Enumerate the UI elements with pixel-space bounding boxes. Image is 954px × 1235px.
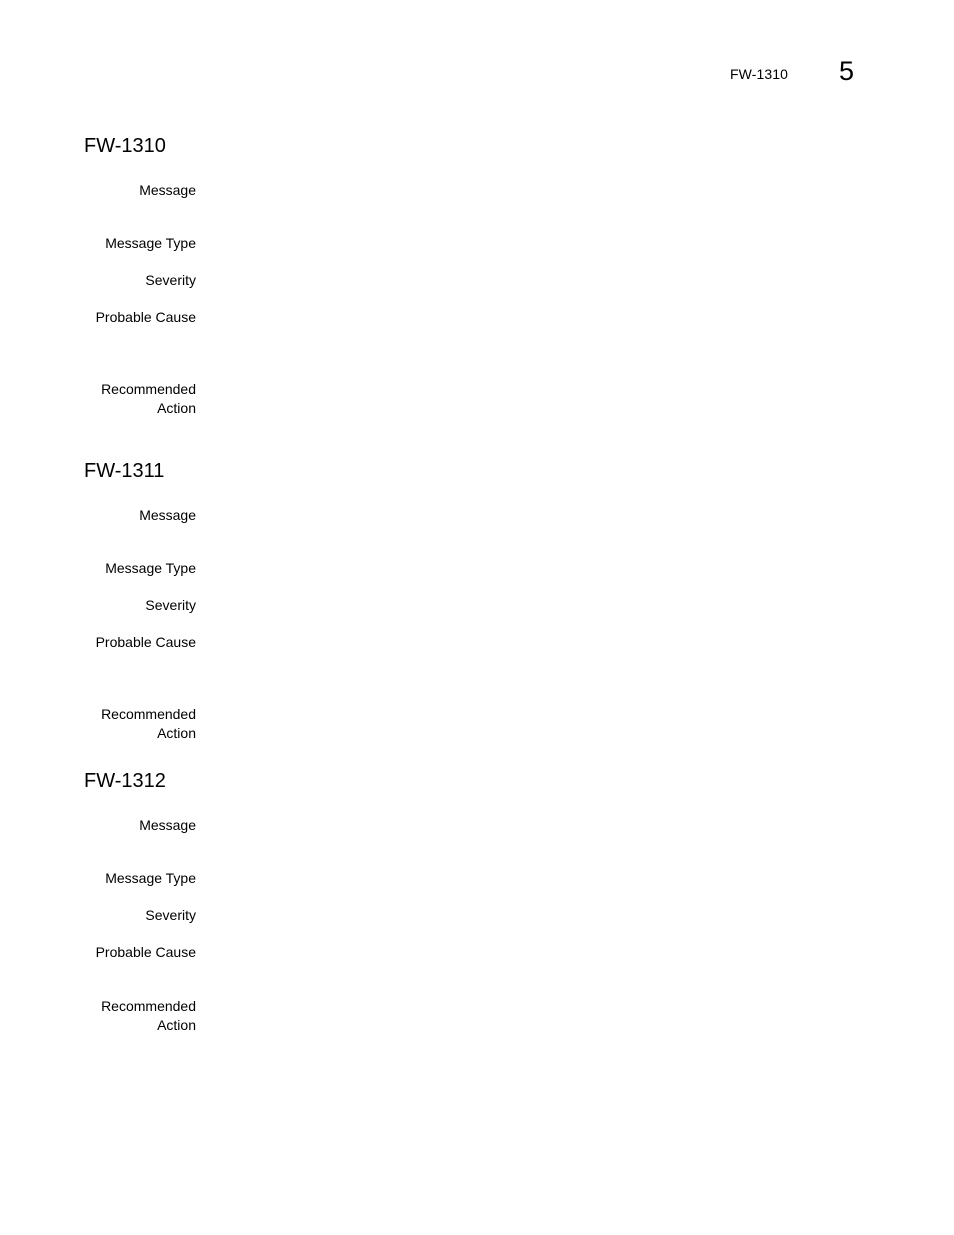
label-recommended-action: Recommended Action: [36, 997, 196, 1035]
label-line: Recommended: [101, 998, 196, 1014]
label-probable-cause: Probable Cause: [95, 634, 196, 650]
section-title: FW-1310: [84, 135, 166, 157]
label-probable-cause: Probable Cause: [95, 309, 196, 325]
chapter-number: 5: [839, 56, 855, 86]
label-message-type: Message Type: [105, 560, 196, 576]
label-message-type: Message Type: [105, 870, 196, 886]
label-message: Message: [139, 182, 196, 198]
label-recommended-action: Recommended Action: [36, 380, 196, 418]
label-line: Action: [157, 725, 196, 741]
label-line: Recommended: [101, 706, 196, 722]
label-recommended-action: Recommended Action: [36, 705, 196, 743]
label-line: Action: [157, 400, 196, 416]
label-message-type: Message Type: [105, 235, 196, 251]
section-title: FW-1311: [84, 460, 165, 482]
running-header: FW-1310 5: [0, 0, 954, 100]
label-line: Recommended: [101, 381, 196, 397]
label-severity: Severity: [145, 597, 196, 613]
label-severity: Severity: [145, 272, 196, 288]
label-message: Message: [139, 507, 196, 523]
label-line: Action: [157, 1017, 196, 1033]
label-message: Message: [139, 817, 196, 833]
label-severity: Severity: [145, 907, 196, 923]
running-header-title: FW-1310: [730, 66, 789, 82]
label-probable-cause: Probable Cause: [95, 944, 196, 960]
section-title: FW-1312: [84, 770, 166, 792]
